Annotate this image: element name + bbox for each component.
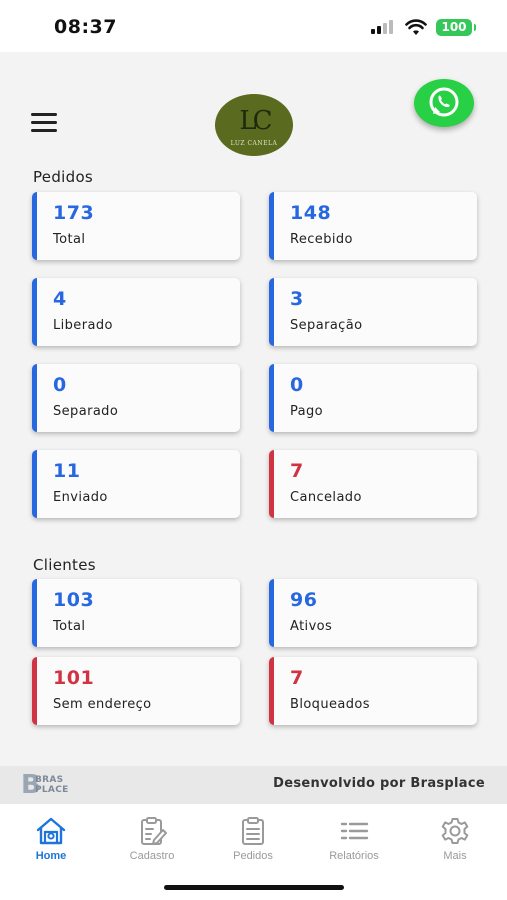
tab-pedidos[interactable]: Pedidos (213, 816, 293, 862)
menu-button[interactable] (31, 113, 57, 133)
home-indicator (164, 885, 344, 890)
card-value: 4 (53, 288, 67, 310)
developed-by-text[interactable]: Desenvolvido por Brasplace (273, 776, 485, 791)
brasplace-logo-line1: BRAS (35, 775, 64, 785)
card-value: 96 (290, 589, 318, 611)
card-value: 7 (290, 667, 304, 689)
brasplace-logo-line2: PLACE (35, 785, 69, 795)
cellular-signal-icon (371, 20, 397, 34)
tab-label: Cadastro (129, 850, 175, 862)
tab-mais[interactable]: Mais (415, 816, 495, 862)
card-value: 11 (53, 460, 81, 482)
card-label: Total (53, 619, 86, 634)
battery-indicator: 100 (436, 19, 476, 36)
wifi-icon (405, 19, 427, 35)
tab-home[interactable]: Home (11, 816, 91, 862)
tab-label: Home (35, 850, 67, 862)
pedidos-recebido-card[interactable]: 148 Recebido (269, 192, 477, 260)
pedidos-pago-card[interactable]: 0 Pago (269, 364, 477, 432)
whatsapp-icon (429, 87, 459, 117)
brasplace-logo: B BRAS PLACE (21, 772, 71, 798)
card-value: 7 (290, 460, 304, 482)
clientes-bloqueados-card[interactable]: 7 Bloqueados (269, 657, 477, 725)
card-label: Cancelado (290, 490, 362, 505)
logo-mark: LC (239, 106, 272, 136)
card-value: 148 (290, 202, 332, 224)
tab-relatorios[interactable]: Relatórios (314, 816, 394, 862)
card-label: Ativos (290, 619, 333, 634)
gear-icon (441, 818, 469, 844)
tab-label: Mais (443, 850, 467, 862)
home-icon (36, 817, 66, 845)
tab-label: Pedidos (233, 850, 273, 862)
card-label: Separação (290, 318, 363, 333)
status-time: 08:37 (54, 16, 117, 38)
clientes-total-card[interactable]: 103 Total (32, 579, 240, 647)
clipboard-list-icon (242, 817, 264, 845)
card-label: Total (53, 232, 86, 247)
clientes-section-title: Clientes (33, 556, 96, 574)
card-value: 173 (53, 202, 95, 224)
status-bar: 08:37 100 (0, 0, 507, 52)
clientes-ativos-card[interactable]: 96 Ativos (269, 579, 477, 647)
card-label: Liberado (53, 318, 113, 333)
footer-strip: B BRAS PLACE Desenvolvido por Brasplace (0, 766, 507, 804)
pedidos-liberado-card[interactable]: 4 Liberado (32, 278, 240, 346)
card-label: Separado (53, 404, 119, 419)
tab-label: Relatórios (329, 850, 379, 862)
card-value: 0 (53, 374, 67, 396)
logo-text: LUZ CANELA (230, 140, 278, 147)
clipboard-edit-icon (141, 817, 167, 845)
list-icon (340, 822, 369, 840)
whatsapp-button[interactable] (414, 79, 474, 127)
card-value: 0 (290, 374, 304, 396)
store-logo: LC LUZ CANELA (215, 94, 293, 156)
tab-cadastro[interactable]: Cadastro (112, 816, 192, 862)
card-value: 3 (290, 288, 304, 310)
card-value: 103 (53, 589, 95, 611)
pedidos-separado-card[interactable]: 0 Separado (32, 364, 240, 432)
pedidos-section-title: Pedidos (33, 168, 94, 186)
card-label: Pago (290, 404, 324, 419)
pedidos-total-card[interactable]: 173 Total (32, 192, 240, 260)
pedidos-cancelado-card[interactable]: 7 Cancelado (269, 450, 477, 518)
clientes-sem-endereco-card[interactable]: 101 Sem endereço (32, 657, 240, 725)
card-label: Sem endereço (53, 697, 152, 712)
pedidos-enviado-card[interactable]: 11 Enviado (32, 450, 240, 518)
card-label: Bloqueados (290, 697, 370, 712)
pedidos-separacao-card[interactable]: 3 Separação (269, 278, 477, 346)
card-label: Recebido (290, 232, 353, 247)
card-label: Enviado (53, 490, 108, 505)
card-value: 101 (53, 667, 95, 689)
